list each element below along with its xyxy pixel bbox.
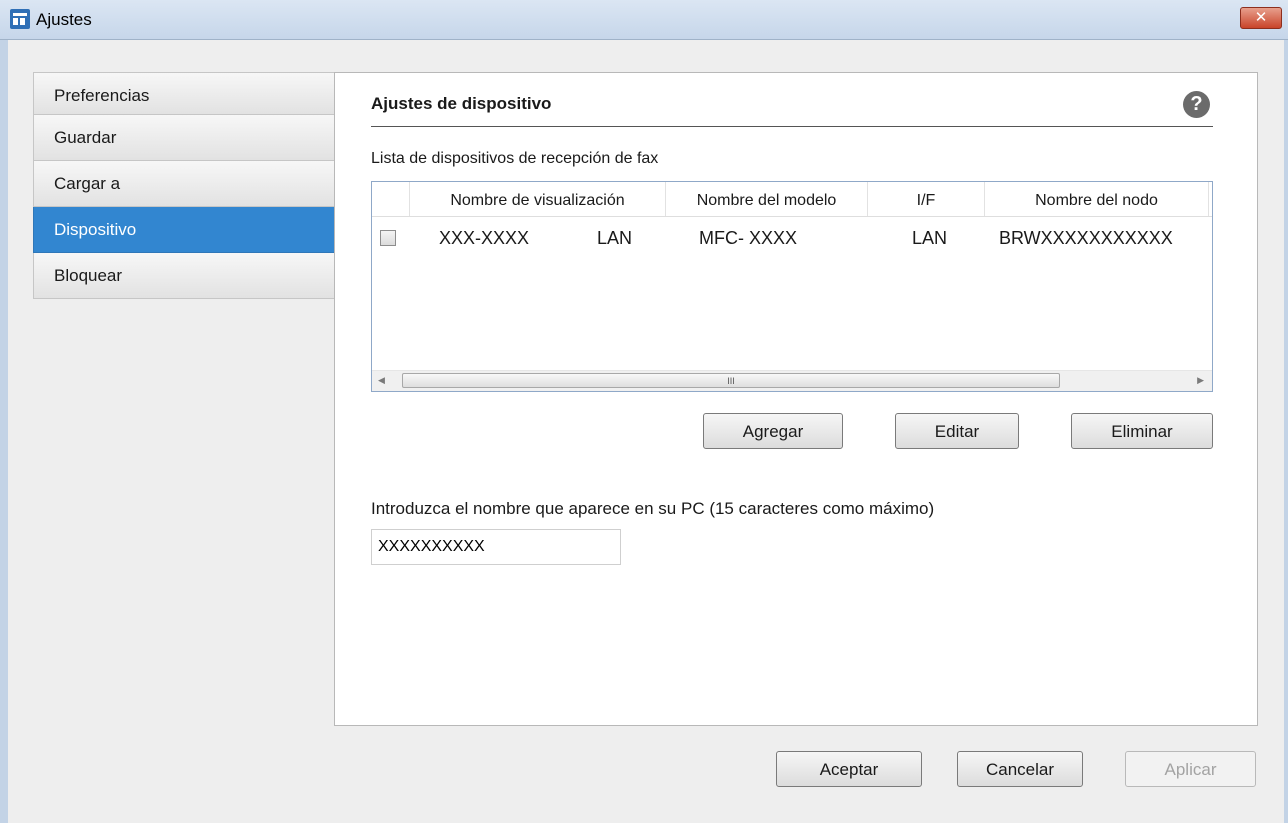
- sidebar-item-preferencias[interactable]: Preferencias: [33, 72, 335, 115]
- table-row[interactable]: XXX-XXXX LAN MFC- XXXX LAN BRWXXXXXXXXXX…: [372, 222, 1212, 256]
- cancel-button[interactable]: Cancelar: [957, 751, 1083, 787]
- model-cell: MFC- XXXX: [699, 228, 798, 248]
- edit-button[interactable]: Editar: [895, 413, 1019, 449]
- pc-name-label: Introduzca el nombre que aparece en su P…: [371, 499, 935, 518]
- apply-button[interactable]: Aplicar: [1125, 751, 1256, 787]
- device-list-header: Nombre de visualización Nombre del model…: [372, 182, 1212, 217]
- device-list[interactable]: Nombre de visualización Nombre del model…: [371, 181, 1213, 392]
- help-icon[interactable]: ?: [1183, 91, 1210, 118]
- sidebar: Preferencias Guardar Cargar a Dispositiv…: [33, 72, 335, 299]
- column-header-interface[interactable]: I/F: [868, 182, 985, 216]
- device-list-caption: Lista de dispositivos de recepción de fa…: [371, 150, 659, 167]
- sidebar-item-label: Guardar: [54, 128, 117, 147]
- column-header-node[interactable]: Nombre del nodo: [985, 182, 1209, 216]
- section-title: Ajustes de dispositivo: [371, 94, 552, 113]
- display-name-interface-cell: LAN: [597, 228, 633, 248]
- ok-button[interactable]: Aceptar: [776, 751, 922, 787]
- node-cell: BRWXXXXXXXXXXX: [999, 228, 1173, 248]
- column-header-checkbox: [372, 182, 410, 216]
- column-header-display-name[interactable]: Nombre de visualización: [410, 182, 666, 216]
- scroll-left-icon[interactable]: ◀: [378, 375, 385, 386]
- window-title: Ajustes: [36, 10, 92, 29]
- display-name-cell: XXX-XXXX: [439, 228, 530, 248]
- sidebar-item-label: Preferencias: [54, 86, 150, 105]
- settings-panel: Ajustes de dispositivo ? Lista de dispos…: [334, 72, 1258, 726]
- title-bar: Ajustes ✕: [0, 0, 1288, 40]
- section-divider: [371, 126, 1213, 127]
- window-frame-right: [1284, 40, 1288, 823]
- sidebar-item-label: Dispositivo: [54, 220, 137, 239]
- delete-button[interactable]: Eliminar: [1071, 413, 1213, 449]
- sidebar-item-guardar[interactable]: Guardar: [33, 115, 335, 161]
- scroll-thumb[interactable]: III: [402, 373, 1060, 388]
- sidebar-item-bloquear[interactable]: Bloquear: [33, 253, 335, 299]
- sidebar-item-dispositivo[interactable]: Dispositivo: [33, 207, 335, 253]
- sidebar-item-label: Cargar a: [54, 174, 121, 193]
- column-header-model[interactable]: Nombre del modelo: [666, 182, 868, 216]
- close-button[interactable]: ✕: [1240, 7, 1282, 29]
- sidebar-item-label: Bloquear: [54, 266, 123, 285]
- horizontal-scrollbar[interactable]: ◀ III ▶: [372, 370, 1212, 391]
- sidebar-item-cargar-a[interactable]: Cargar a: [33, 161, 335, 207]
- device-checkbox[interactable]: [380, 230, 396, 246]
- scroll-right-icon[interactable]: ▶: [1197, 375, 1204, 386]
- pc-name-input[interactable]: [371, 529, 621, 565]
- app-icon: [10, 9, 30, 29]
- interface-cell: LAN: [912, 228, 948, 248]
- add-button[interactable]: Agregar: [703, 413, 843, 449]
- window-frame-left: [0, 40, 8, 823]
